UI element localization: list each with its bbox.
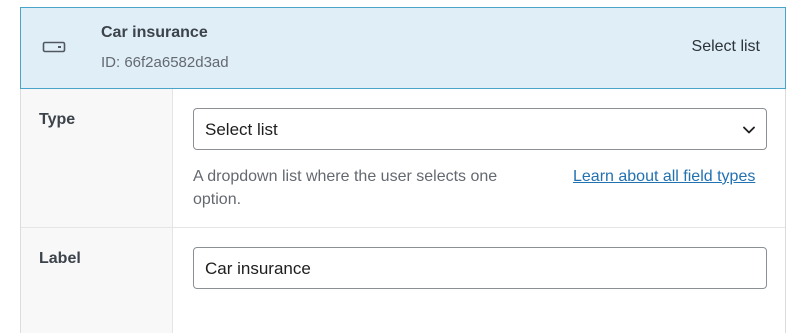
field-settings: Type Select list A dropdown list where t… <box>20 89 786 333</box>
field-title: Car insurance <box>101 24 208 41</box>
type-label: Type <box>39 111 76 128</box>
learn-field-types-link[interactable]: Learn about all field types <box>573 165 763 188</box>
label-label-cell: Label <box>21 228 173 333</box>
field-type-select[interactable]: Select list <box>193 108 767 150</box>
label-input[interactable]: Car insurance <box>193 247 767 289</box>
chevron-down-icon <box>742 123 756 137</box>
field-type-selected: Select list <box>205 120 278 139</box>
type-label-cell: Type <box>21 89 173 227</box>
select-field-icon <box>42 39 66 55</box>
type-help-text: A dropdown list where the user selects o… <box>193 168 498 208</box>
field-editor-panel: Car insurance ID: 66f2a6582d3ad Select l… <box>20 7 786 333</box>
field-id: ID: 66f2a6582d3ad <box>101 54 229 71</box>
type-row: Type Select list A dropdown list where t… <box>21 89 785 228</box>
label-row: Label Car insurance <box>21 228 785 333</box>
field-type-label: Select list <box>691 38 760 55</box>
label-input-value: Car insurance <box>205 259 311 278</box>
label-label: Label <box>39 250 81 267</box>
field-header[interactable]: Car insurance ID: 66f2a6582d3ad Select l… <box>20 7 786 89</box>
